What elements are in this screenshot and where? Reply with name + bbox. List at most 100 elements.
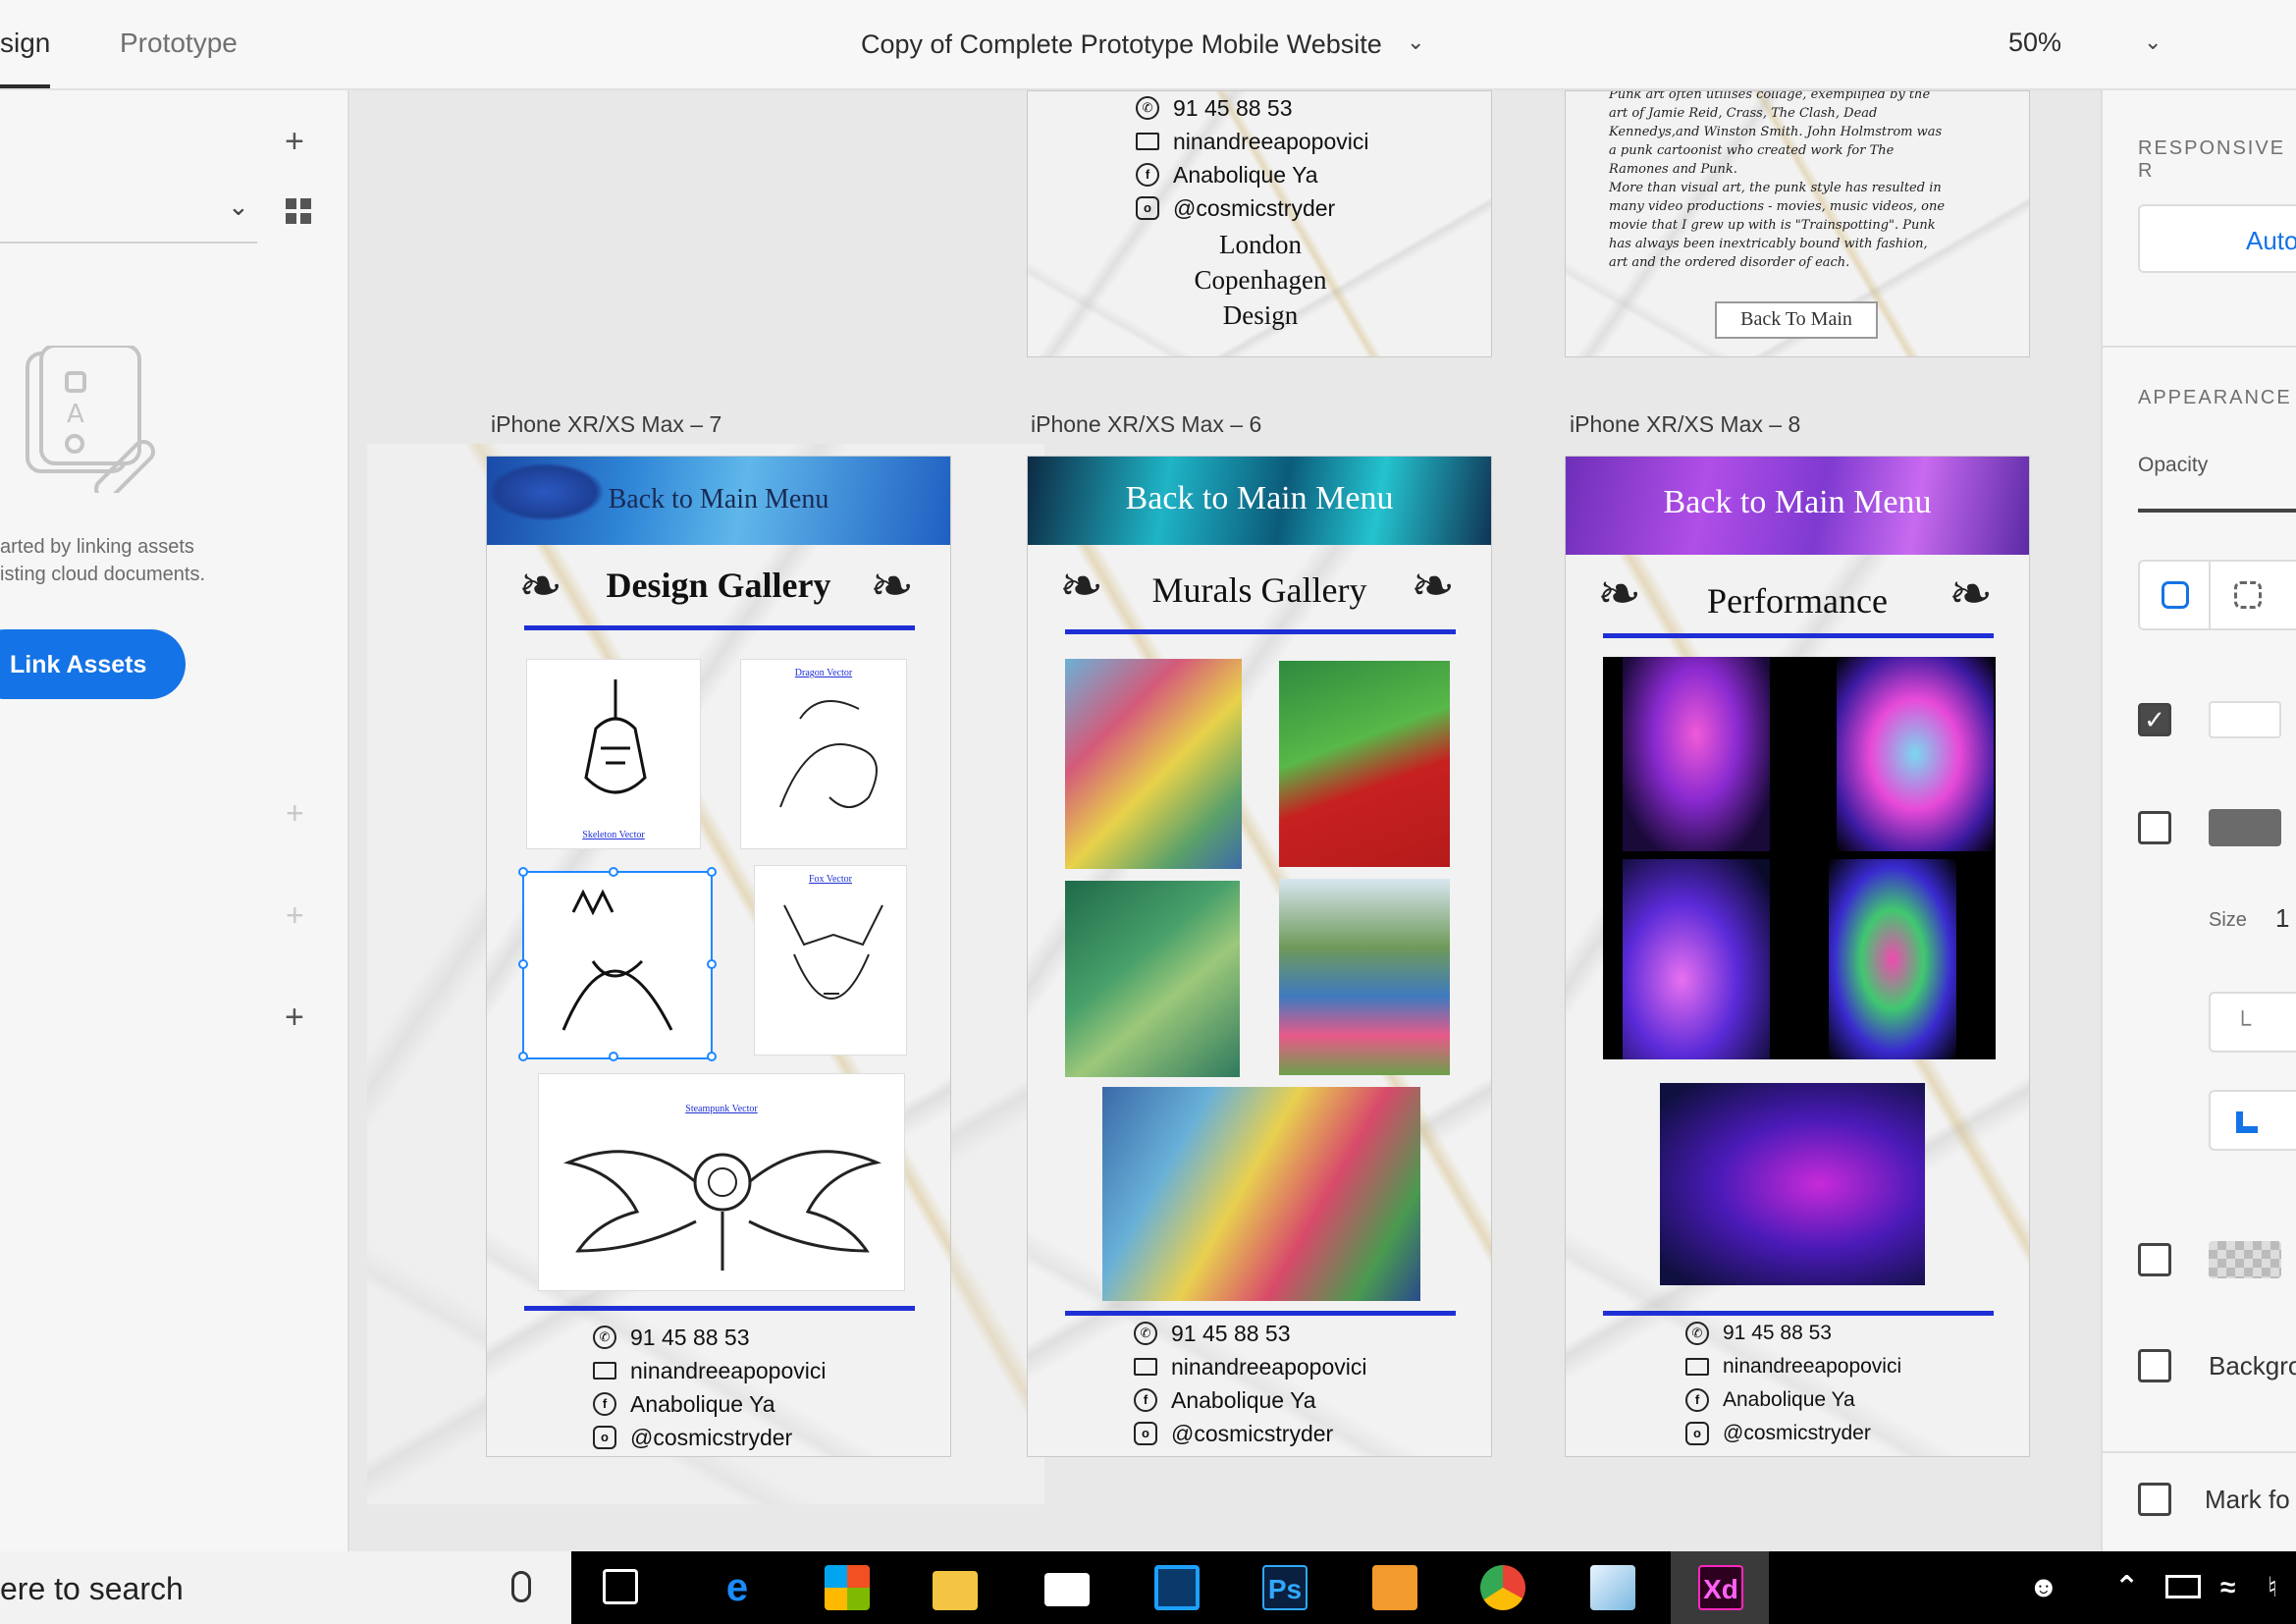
back-to-main-banner[interactable]: Back to Main Menu — [1566, 457, 2029, 555]
mark-for-export-checkbox[interactable] — [2138, 1483, 2171, 1516]
photoshop-icon[interactable]: Ps — [1262, 1565, 1308, 1610]
section-divider — [2103, 346, 2296, 348]
divider-line — [524, 1306, 915, 1311]
performance-photo[interactable] — [1837, 657, 1994, 851]
email-text: ninandreeapopovici — [1171, 1354, 1367, 1380]
mural-photo[interactable] — [1065, 659, 1242, 869]
facebook-icon: f — [1134, 1388, 1157, 1412]
performance-photo[interactable] — [1829, 859, 1956, 1059]
taskbar-search-box[interactable]: ere to search — [0, 1551, 571, 1624]
selection-handle[interactable] — [707, 959, 717, 969]
shadow-color-swatch[interactable] — [2209, 1241, 2281, 1278]
skeleton-vector-image[interactable]: Skeleton Vector — [526, 659, 701, 849]
join-icon[interactable] — [2236, 1111, 2258, 1133]
size-value[interactable]: 1 — [2275, 903, 2289, 934]
people-icon[interactable]: ☻ — [2028, 1565, 2059, 1610]
mural-photo[interactable] — [1279, 661, 1450, 867]
individual-corners-icon[interactable] — [2234, 581, 2262, 609]
mail-icon — [593, 1362, 616, 1380]
chevron-down-icon[interactable]: ⌄ — [2144, 29, 2162, 55]
add-icon[interactable]: + — [285, 999, 304, 1037]
text-line: a punk cartoonist who created work for T… — [1609, 143, 1895, 158]
selection-handle[interactable] — [707, 1052, 717, 1061]
document-title[interactable]: Copy of Complete Prototype Mobile Websit… — [861, 29, 1382, 60]
selected-queen-vector-image[interactable] — [522, 871, 713, 1059]
selection-handle[interactable] — [518, 959, 528, 969]
fill-color-swatch[interactable] — [2209, 701, 2281, 738]
fox-vector-image[interactable]: Fox Vector — [754, 865, 907, 1056]
artboard-label[interactable]: iPhone XR/XS Max – 7 — [491, 411, 721, 438]
border-color-swatch[interactable] — [2209, 809, 2281, 846]
add-icon[interactable]: + — [285, 123, 304, 161]
selection-handle[interactable] — [609, 867, 618, 877]
artboard-performance[interactable]: Back to Main Menu ❧ ❧ Performance ✆ 91 45… — [1565, 456, 2030, 1457]
fill-checkbox[interactable]: ✓ — [2138, 703, 2171, 736]
gallery-title: Murals Gallery — [1151, 570, 1367, 610]
mail-icon[interactable] — [1044, 1573, 1090, 1606]
steampunk-vector-image[interactable]: Steampunk Vector — [538, 1073, 905, 1291]
file-explorer-icon[interactable] — [933, 1571, 978, 1610]
battery-icon[interactable] — [2165, 1575, 2201, 1598]
contact-block: ✆ 91 45 88 53 ninandreeapopovici f Anaboli… — [1136, 91, 1369, 225]
edge-browser-icon[interactable]: e — [715, 1565, 760, 1610]
adobe-xd-icon[interactable]: Xd — [1698, 1565, 1743, 1610]
search-field[interactable] — [0, 242, 257, 244]
border-checkbox[interactable] — [2138, 811, 2171, 844]
contact-block: ✆ 91 45 88 53 ninandreeapopovici f Anaboli… — [1685, 1317, 1901, 1450]
skeleton-hand-drawing — [584, 679, 647, 794]
selection-handle[interactable] — [518, 1052, 528, 1061]
back-to-main-banner[interactable]: Back to Main Menu — [1028, 457, 1491, 545]
auto-toggle[interactable]: Auto — [2138, 204, 2296, 273]
task-view-icon[interactable] — [603, 1569, 638, 1604]
chrome-icon[interactable] — [1480, 1565, 1525, 1610]
selection-handle[interactable] — [609, 1052, 618, 1061]
media-player-icon[interactable] — [1372, 1565, 1417, 1610]
stroke-join-toggle[interactable] — [2209, 1090, 2296, 1151]
facebook-text: Anabolique Ya — [1723, 1388, 1855, 1411]
instagram-text: @cosmicstryder — [1171, 1421, 1334, 1446]
design-canvas[interactable]: ✆ 91 45 88 53 ninandreeapopovici f Anaboli… — [351, 90, 2101, 1551]
tab-prototype[interactable]: Prototype — [120, 27, 238, 59]
notepad-icon[interactable] — [1590, 1565, 1635, 1610]
opacity-slider[interactable] — [2138, 509, 2296, 513]
background-blur-checkbox[interactable] — [2138, 1349, 2171, 1382]
app-icon[interactable] — [1154, 1565, 1200, 1610]
mural-photo[interactable] — [1102, 1087, 1420, 1301]
selection-handle[interactable] — [518, 867, 528, 877]
chevron-up-icon[interactable]: ⌃ — [2114, 1565, 2139, 1610]
artboard-design-gallery[interactable]: Back to Main Menu ❧ ❧ Design Gallery Ske… — [486, 456, 951, 1457]
divider-line — [524, 625, 915, 630]
wifi-icon[interactable]: ≈ — [2220, 1565, 2235, 1610]
performance-photo[interactable] — [1660, 1083, 1925, 1285]
rounded-corners-icon[interactable] — [2162, 581, 2189, 609]
zoom-level[interactable]: 50% — [2008, 27, 2061, 58]
corner-radius-toggle[interactable] — [2138, 560, 2296, 630]
performance-photo[interactable] — [1623, 859, 1770, 1059]
grid-view-icon[interactable] — [286, 198, 311, 224]
add-icon[interactable]: + — [286, 897, 304, 934]
chevron-down-icon[interactable]: ⌄ — [228, 191, 249, 222]
dragon-vector-image[interactable]: Dragon Vector — [740, 659, 907, 849]
selection-handle[interactable] — [707, 867, 717, 877]
shadow-checkbox[interactable] — [2138, 1243, 2171, 1276]
chevron-down-icon[interactable]: ⌄ — [1407, 29, 1424, 55]
artboard-contact-partial[interactable]: ✆ 91 45 88 53 ninandreeapopovici f Anaboli… — [1027, 90, 1492, 357]
volume-icon[interactable]: ♮ — [2268, 1565, 2277, 1610]
back-to-main-button[interactable]: Back To Main — [1715, 301, 1878, 339]
artboard-label[interactable]: iPhone XR/XS Max – 6 — [1031, 411, 1261, 438]
mural-photo[interactable] — [1279, 879, 1450, 1075]
mural-photo[interactable] — [1065, 881, 1240, 1077]
microphone-icon[interactable] — [511, 1571, 531, 1602]
tab-design[interactable]: sign — [0, 27, 50, 59]
performance-photo-grid[interactable] — [1603, 657, 1996, 1059]
add-icon[interactable]: + — [286, 795, 304, 832]
performance-photo[interactable] — [1623, 657, 1770, 851]
store-icon[interactable] — [825, 1565, 870, 1610]
artboard-label[interactable]: iPhone XR/XS Max – 8 — [1570, 411, 1800, 438]
inner-stroke-icon[interactable]: └ — [2234, 1011, 2251, 1039]
gallery-title: Design Gallery — [606, 566, 831, 605]
border-position-toggle[interactable]: └ — [2209, 992, 2296, 1053]
artboard-punk-text-partial[interactable]: Punk art often utilises collage, exempli… — [1565, 90, 2030, 357]
artboard-murals-gallery[interactable]: Back to Main Menu ❧ ❧ Murals Gallery ✆ 91… — [1027, 456, 1492, 1457]
link-assets-button[interactable]: Link Assets — [0, 629, 186, 699]
